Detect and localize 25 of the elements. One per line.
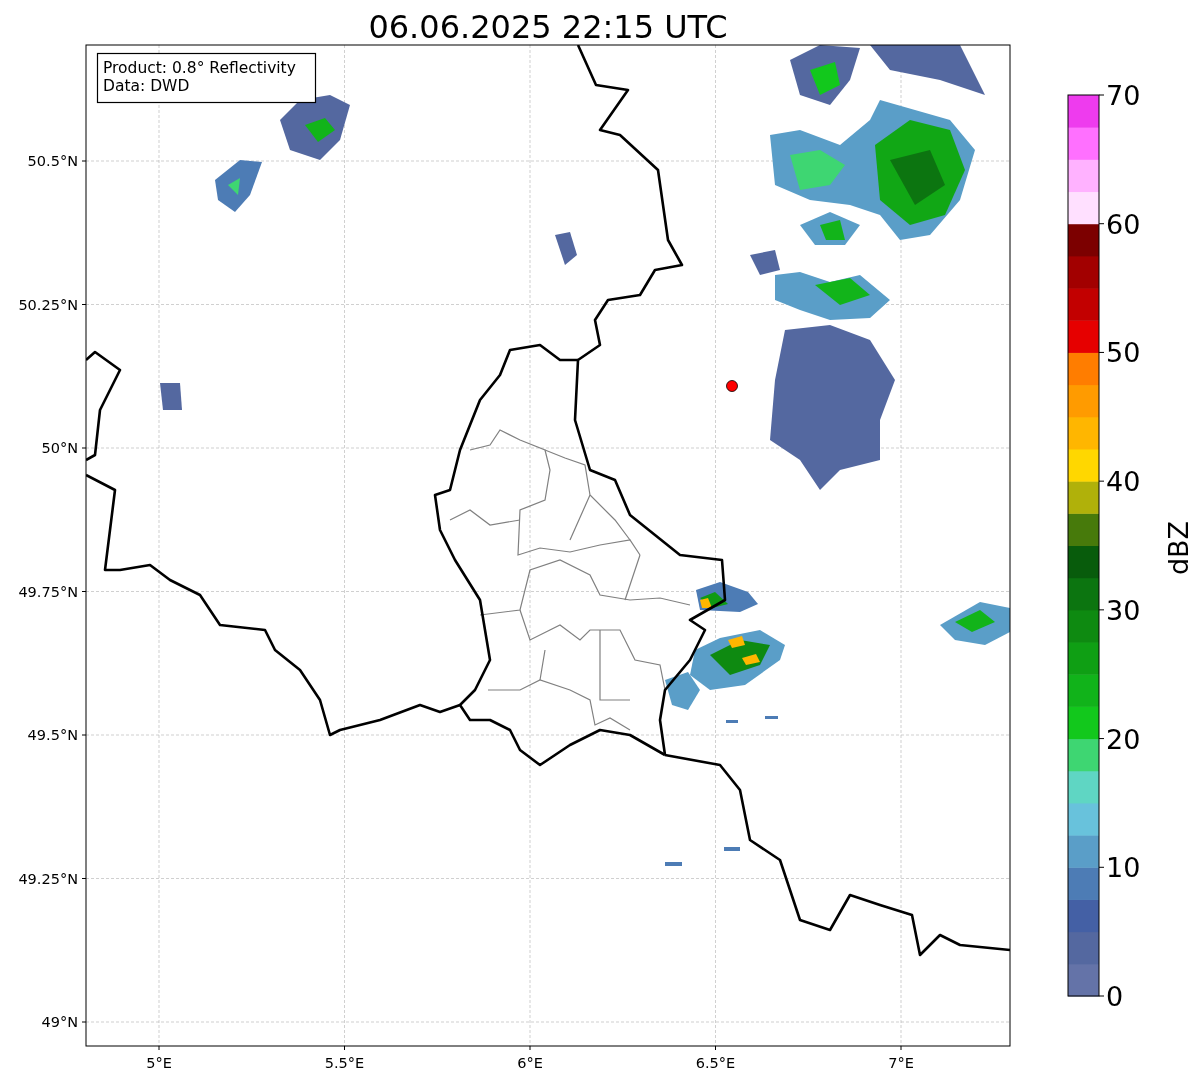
colorbar-label: 60: [1106, 208, 1141, 240]
axis-label: 6.5°E: [695, 1055, 736, 1071]
axis-label: 5°E: [146, 1055, 172, 1071]
colorbar-title: dBZ: [1163, 520, 1194, 576]
axis-label: 5.5°E: [324, 1055, 365, 1071]
axis-label: 6°E: [517, 1055, 543, 1071]
axis-label: 50.25°N: [18, 296, 78, 313]
colorbar-label: 20: [1106, 723, 1141, 755]
colorbar-label: 30: [1106, 594, 1141, 626]
colorbar-label: 70: [1106, 80, 1141, 111]
axis-label: 49°N: [41, 1014, 78, 1030]
axis-label: 50°N: [41, 440, 78, 456]
colorbar-label: 40: [1106, 466, 1141, 498]
axis-label: 49.25°N: [18, 870, 78, 887]
annotation-text: Data: DWD: [103, 77, 190, 95]
colorbar-label: 50: [1106, 337, 1141, 369]
colorbar-label: 0: [1106, 981, 1124, 1012]
axis-label: 49.75°N: [18, 583, 78, 600]
chart-title: 06.06.2025 22:15 UTC: [368, 8, 728, 46]
axis-label: 7°E: [888, 1055, 914, 1071]
annotation-text: Product: 0.8° Reflectivity: [103, 59, 296, 77]
axis-label: 50.5°N: [27, 153, 78, 169]
radar-site-marker: [726, 380, 738, 392]
colorbar-label: 10: [1106, 852, 1141, 884]
axis-label: 49.5°N: [27, 727, 78, 743]
